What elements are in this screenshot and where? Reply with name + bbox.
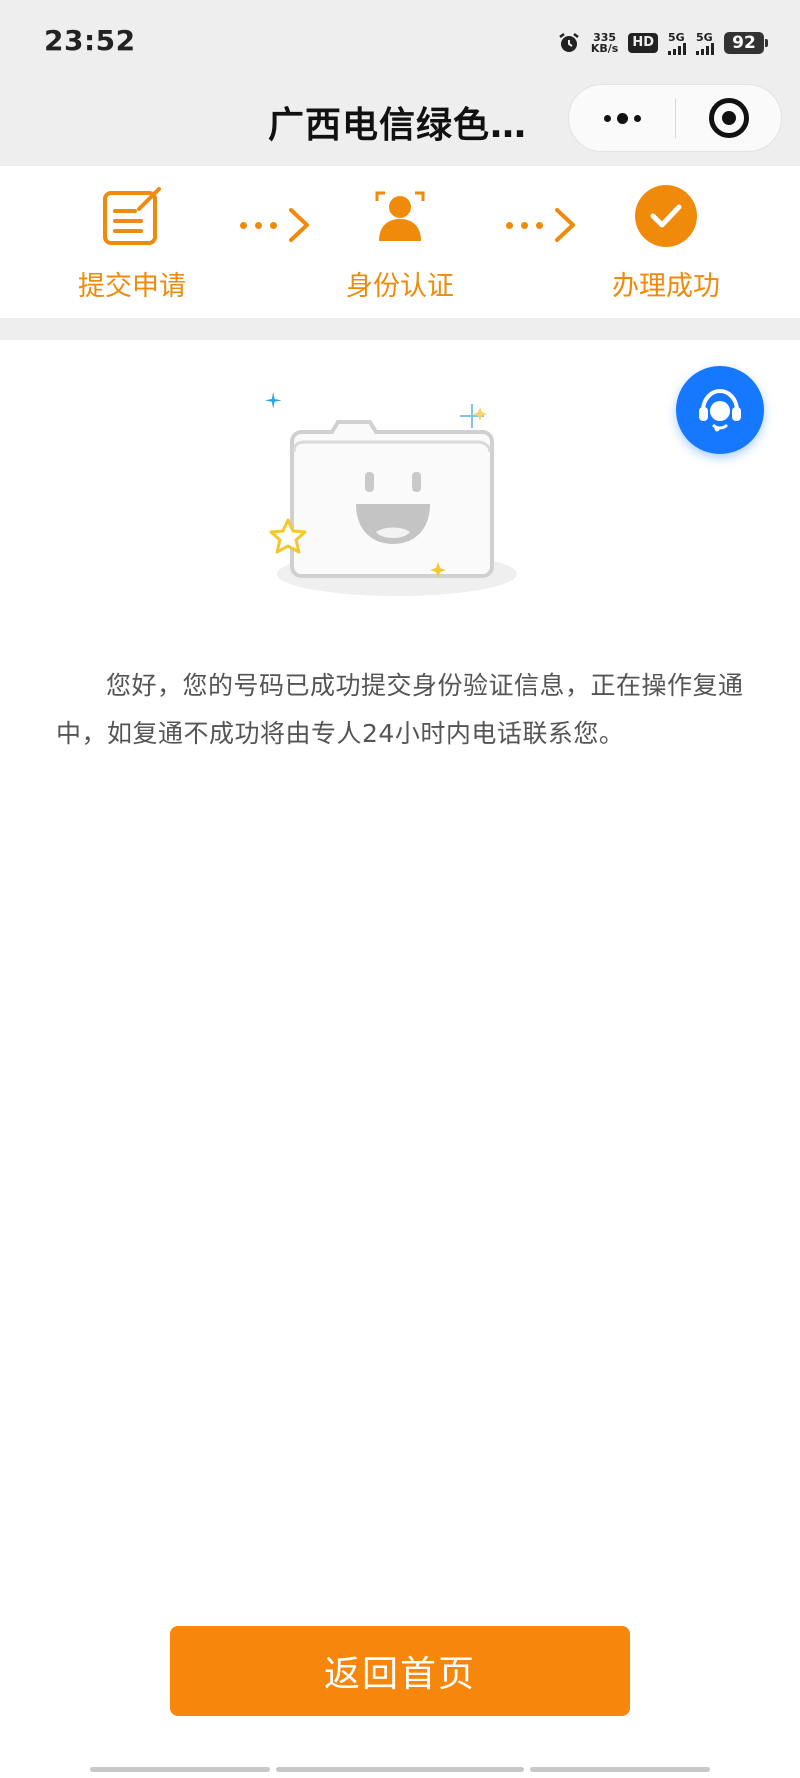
face-scan-icon	[368, 184, 432, 248]
headset-agent-icon[interactable]	[676, 366, 764, 454]
section-divider	[0, 318, 800, 340]
step-identity: 身份认证	[310, 184, 490, 303]
gesture-bar-segment	[530, 1767, 710, 1772]
step-connector	[506, 206, 577, 244]
step-label: 办理成功	[612, 271, 720, 302]
step-success: 办理成功	[576, 184, 756, 303]
return-home-button[interactable]: 返回首页	[170, 1626, 630, 1716]
top-bar: 23:52 335 KB/s HD 5G 5G 92 广西电信绿色…	[0, 0, 800, 166]
empty-folder-smiley-illustration	[262, 392, 540, 602]
gesture-bar-segment	[90, 1767, 270, 1772]
progress-steps: 提交申请 身份认证 办理成功	[0, 166, 800, 318]
step-label: 身份认证	[346, 271, 454, 302]
alarm-icon	[557, 31, 581, 55]
step-connector	[240, 206, 311, 244]
status-message: 您好，您的号码已成功提交身份验证信息，正在操作复通中，如复通不成功将由专人24小…	[56, 671, 744, 748]
net-speed-unit: KB/s	[590, 42, 619, 55]
step-submit: 提交申请	[42, 184, 222, 303]
more-dots-icon[interactable]	[569, 85, 675, 151]
status-icons: 335 KB/s HD 5G 5G 92	[557, 28, 768, 58]
edit-form-icon	[100, 184, 164, 248]
step-label: 提交申请	[78, 271, 186, 302]
check-circle-icon	[634, 184, 698, 248]
status-time: 23:52	[44, 24, 136, 57]
net-speed: 335 KB/s	[591, 32, 618, 54]
battery-icon: 92	[724, 32, 768, 54]
page-title: 广西电信绿色…	[268, 105, 528, 146]
target-close-icon[interactable]	[676, 85, 781, 151]
signal-5g-icon: 5G	[668, 32, 686, 55]
hd-volte-icon: HD	[628, 33, 658, 53]
gesture-bar-segment	[276, 1767, 524, 1772]
signal-5g-icon: 5G	[696, 32, 714, 55]
sim2-label: 5G	[696, 30, 713, 44]
sim1-label: 5G	[668, 30, 685, 44]
mini-program-capsule	[568, 84, 782, 152]
